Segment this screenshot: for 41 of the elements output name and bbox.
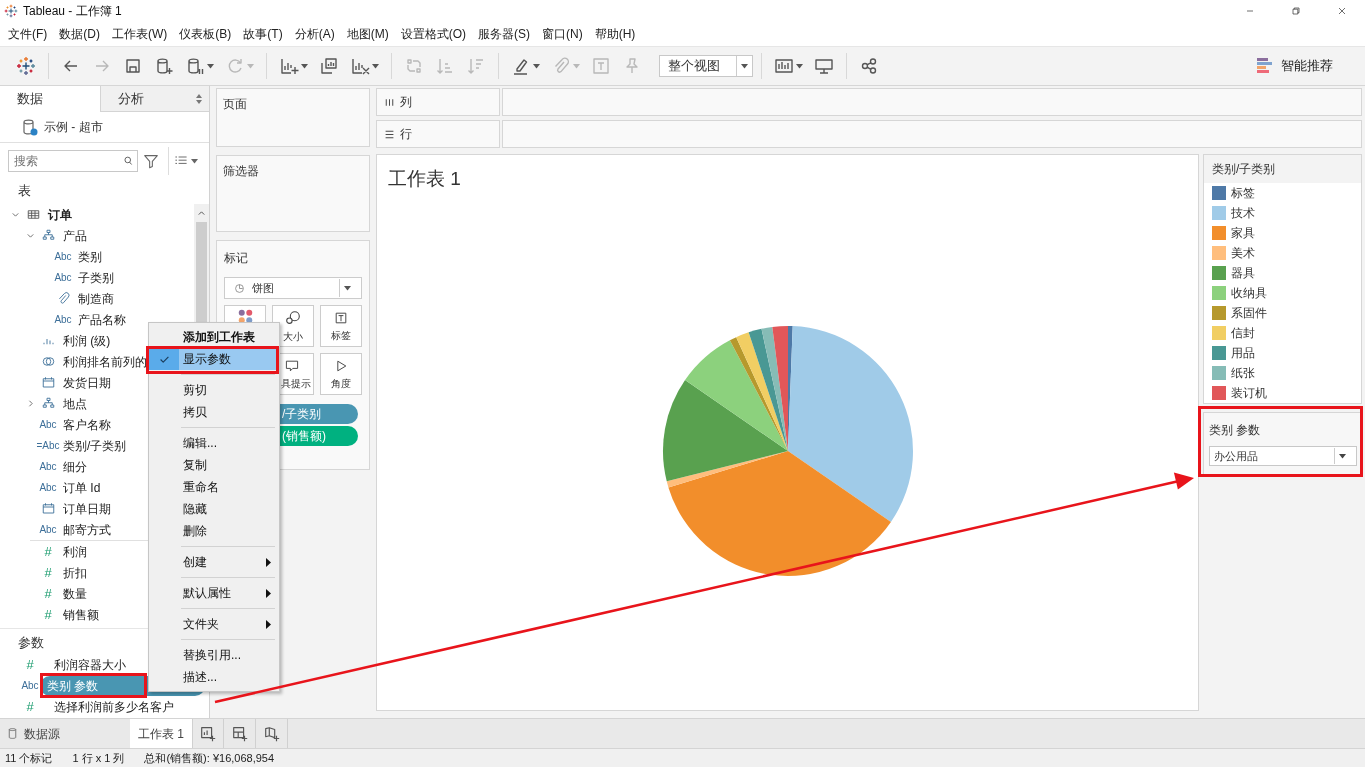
legend-label: 收纳具 bbox=[1231, 285, 1267, 302]
status-text: 1 行 x 1 列 bbox=[72, 750, 125, 766]
field-type-label: Abc bbox=[39, 419, 57, 430]
field-type-label: # bbox=[44, 545, 52, 558]
legend-label: 装订机 bbox=[1231, 385, 1267, 402]
field-type-label: =Abc bbox=[36, 440, 60, 451]
legend-label: 美术 bbox=[1231, 245, 1255, 262]
card-title: 筛选器 bbox=[223, 163, 260, 180]
field-type-label: Abc bbox=[39, 524, 57, 535]
status-text: 11 个标记 bbox=[5, 750, 53, 766]
shelf-label: 行 bbox=[400, 126, 412, 143]
legend-label: 技术 bbox=[1231, 205, 1255, 222]
window-title: Tableau - 工作簿 1 bbox=[23, 3, 122, 20]
field-type-label: # bbox=[44, 587, 52, 600]
field-type-label: Abc bbox=[54, 272, 72, 283]
legend-label: 系固件 bbox=[1231, 305, 1267, 322]
field-type-label: # bbox=[26, 700, 34, 713]
legend-label: 纸张 bbox=[1231, 365, 1255, 382]
legend-title: 类别/子类别 bbox=[1204, 155, 1361, 183]
status-text: 总和(销售额): ¥16,068,954 bbox=[144, 750, 275, 766]
field-type-label: Abc bbox=[54, 314, 72, 325]
worksheet-title: 工作表 1 bbox=[387, 167, 461, 191]
legend-label: 标签 bbox=[1231, 185, 1255, 202]
field-type-label: # bbox=[26, 658, 34, 671]
parameter-title: 类别 参数 bbox=[1209, 422, 1262, 439]
shelf-label: 列 bbox=[400, 94, 412, 111]
data-source-name: 示例 - 超市 bbox=[44, 119, 103, 136]
legend-label: 用品 bbox=[1231, 345, 1255, 362]
legend-label: 家具 bbox=[1231, 225, 1255, 242]
field-type-label: Abc bbox=[39, 461, 57, 472]
field-type-label: # bbox=[44, 566, 52, 579]
card-title: 标记 bbox=[224, 250, 249, 267]
section-heading: 表 bbox=[17, 182, 32, 201]
field-type-label: Abc bbox=[39, 482, 57, 493]
field-type-label: Abc bbox=[54, 251, 72, 262]
legend-label: 信封 bbox=[1231, 325, 1255, 342]
card-title: 页面 bbox=[223, 96, 248, 113]
section-heading: 参数 bbox=[17, 634, 45, 653]
legend-label: 器具 bbox=[1231, 265, 1255, 282]
field-type-label: Abc bbox=[21, 680, 39, 691]
field-type-label: # bbox=[44, 608, 52, 621]
